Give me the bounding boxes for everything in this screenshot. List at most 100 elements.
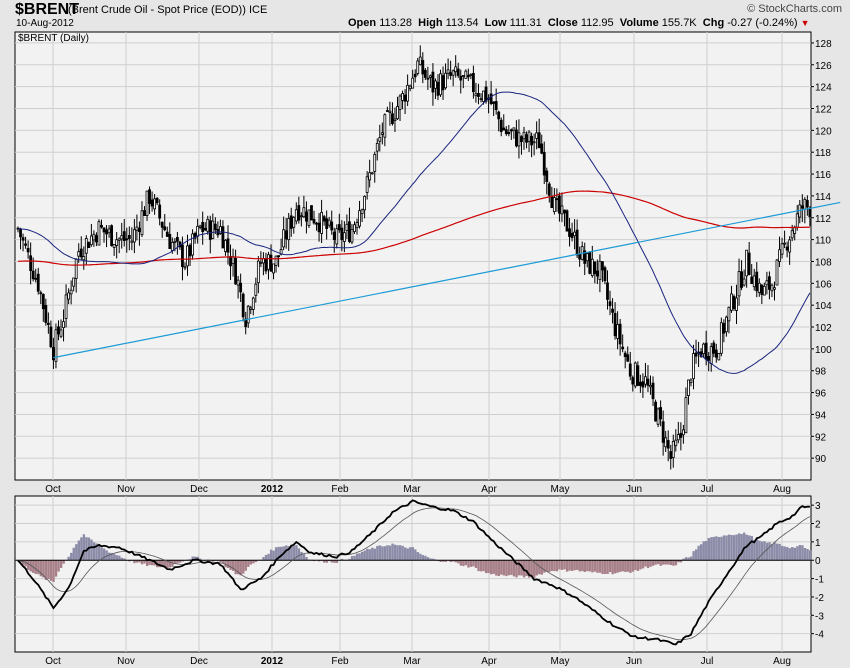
- histogram-bar: [788, 548, 791, 561]
- histogram-bar: [97, 544, 101, 561]
- histogram-bar: [424, 555, 427, 561]
- candle-body: [555, 198, 559, 201]
- histogram-bar: [459, 560, 463, 566]
- histogram-bar: [90, 539, 93, 561]
- price-x-tick-label: Nov: [117, 484, 135, 495]
- candle-body: [466, 74, 470, 78]
- candle-body: [165, 231, 169, 237]
- candle-body: [426, 77, 430, 80]
- histogram-bar: [497, 560, 500, 577]
- candle-body: [674, 439, 678, 447]
- candle-body: [590, 258, 594, 277]
- candle-body: [623, 352, 627, 357]
- price-tick-label: 92: [815, 432, 827, 443]
- candle-body: [520, 136, 523, 142]
- candle-body: [704, 342, 708, 360]
- candle-body: [398, 95, 402, 110]
- candle-body: [72, 277, 76, 287]
- osc-x-tick-label: 2012: [261, 656, 284, 667]
- histogram-bar: [247, 560, 250, 567]
- candle-body: [628, 363, 632, 377]
- histogram-bar: [700, 544, 703, 561]
- candle-body: [515, 129, 518, 147]
- histogram-bar: [631, 560, 635, 572]
- histogram-bar: [727, 534, 731, 561]
- candle-body: [160, 221, 164, 228]
- osc-x-tick-label: Dec: [190, 656, 208, 667]
- candle-body: [110, 225, 114, 247]
- candle-body: [127, 234, 131, 239]
- candle-body: [451, 70, 455, 76]
- histogram-bar: [393, 544, 397, 561]
- candle-body: [337, 224, 341, 231]
- candle-body: [416, 60, 420, 74]
- price-tick-label: 90: [815, 454, 827, 465]
- histogram-bar: [583, 560, 587, 572]
- candle-body: [282, 229, 286, 248]
- osc-x-tick-label: Apr: [481, 656, 497, 667]
- candle-body: [229, 256, 232, 267]
- candle-body: [95, 235, 98, 243]
- histogram-bar: [606, 560, 609, 574]
- candle-body: [231, 256, 235, 265]
- histogram-bar: [720, 536, 723, 561]
- histogram-bar: [280, 546, 283, 561]
- candle-body: [671, 441, 675, 458]
- candle-body: [542, 152, 546, 176]
- osc-tick-label: -2: [815, 593, 824, 604]
- candle-body: [676, 434, 680, 441]
- candle-body: [322, 216, 326, 222]
- candle-body: [644, 376, 647, 385]
- osc-x-tick-label: Aug: [773, 656, 791, 667]
- histogram-bar: [140, 560, 144, 565]
- histogram-bar: [603, 560, 607, 574]
- osc-tick-label: 0: [815, 556, 821, 567]
- histogram-bar: [396, 545, 399, 561]
- histogram-bar: [368, 549, 371, 561]
- candle-body: [69, 289, 73, 295]
- candle-body: [431, 71, 435, 93]
- osc-tick-label: -1: [815, 575, 824, 586]
- candle-body: [747, 252, 751, 275]
- histogram-bar: [598, 560, 602, 573]
- histogram-bar: [517, 560, 521, 576]
- candle-body: [793, 226, 797, 234]
- candle-body: [105, 229, 108, 235]
- histogram-bar: [586, 560, 589, 572]
- histogram-bar: [226, 560, 230, 568]
- candle-body: [64, 294, 68, 319]
- histogram-bar: [229, 560, 232, 570]
- candle-body: [725, 316, 728, 333]
- candle-body: [213, 223, 217, 230]
- histogram-bar: [770, 544, 774, 561]
- candle-body: [130, 240, 134, 243]
- candle-body: [254, 283, 258, 296]
- histogram-bar: [667, 560, 670, 565]
- candle-body: [752, 275, 756, 288]
- candle-body: [325, 218, 329, 229]
- histogram-bar: [555, 560, 559, 572]
- candle-body: [269, 254, 273, 272]
- candle-body: [687, 379, 690, 396]
- candle-body: [320, 212, 324, 234]
- histogram-bar: [409, 547, 412, 561]
- candle-body: [755, 271, 759, 292]
- histogram-bar: [535, 560, 538, 576]
- histogram-bar: [366, 548, 369, 561]
- price-x-tick-label: 2012: [261, 484, 284, 495]
- histogram-bar: [775, 543, 779, 561]
- candle-body: [211, 220, 215, 239]
- candle-body: [745, 249, 749, 277]
- candle-body: [499, 119, 503, 132]
- candle-body: [661, 421, 665, 443]
- price-tick-label: 94: [815, 410, 827, 421]
- candle-body: [502, 127, 506, 131]
- candle-body: [264, 258, 268, 272]
- price-tick-label: 126: [815, 61, 832, 72]
- candle-body: [59, 329, 63, 337]
- osc-x-tick-label: Feb: [331, 656, 349, 667]
- candle-body: [112, 244, 116, 248]
- histogram-bar: [768, 542, 771, 561]
- histogram-bar: [593, 560, 597, 572]
- price-x-tick-label: Feb: [331, 484, 349, 495]
